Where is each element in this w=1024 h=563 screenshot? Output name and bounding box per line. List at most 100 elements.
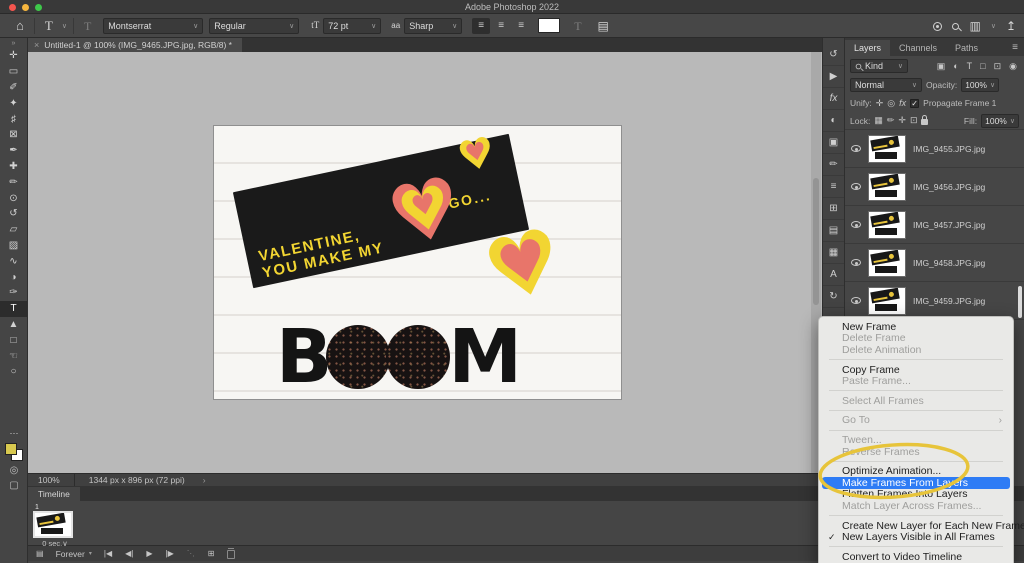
layer-thumbnail[interactable] <box>868 249 906 277</box>
dodge-tool[interactable]: ◑ <box>0 269 27 285</box>
new-frame-button[interactable]: ⊞ <box>208 549 215 558</box>
layer-thumbnail[interactable] <box>868 287 906 315</box>
character-panel-icon[interactable]: A <box>823 264 844 286</box>
tab-timeline[interactable]: Timeline <box>28 487 80 501</box>
layer-styles-panel-icon[interactable]: fx <box>823 88 844 110</box>
filter-shape-layers-icon[interactable]: □ <box>978 61 987 72</box>
crop-tool[interactable]: ♯ <box>0 111 27 127</box>
edit-toolbar-icon[interactable]: ⋯ <box>10 428 19 439</box>
frame-thumbnail[interactable] <box>33 511 73 538</box>
unify-visibility-icon[interactable]: ◎ <box>887 98 895 109</box>
gradient-tool[interactable]: ▨ <box>0 238 27 254</box>
layer-row[interactable]: IMG_9457.JPG.jpg <box>845 206 1024 244</box>
animation-frame[interactable]: 1 0 sec.∨ <box>33 504 77 548</box>
brush-settings-panel-icon[interactable]: ✏ <box>823 154 844 176</box>
filter-adjustment-layers-icon[interactable]: ◐ <box>951 61 960 72</box>
visibility-eye-icon[interactable] <box>851 259 861 266</box>
gradients-panel-icon[interactable]: ▤ <box>823 220 844 242</box>
libraries-panel-icon[interactable]: ▣ <box>823 132 844 154</box>
previous-frame-button[interactable]: ◀| <box>125 549 133 558</box>
menu-item-new-frame[interactable]: New Frame <box>822 321 1010 333</box>
share-icon[interactable]: ↥ <box>1006 20 1016 32</box>
layer-thumbnail[interactable] <box>868 173 906 201</box>
blend-mode-select[interactable]: Normal ∨ <box>850 78 922 92</box>
screen-mode-icon[interactable]: ▢ <box>9 480 18 491</box>
path-select-tool[interactable]: ▲ <box>0 317 27 333</box>
opacity-field[interactable]: 100% ∨ <box>961 78 999 92</box>
lock-transparency-icon[interactable]: ▦ <box>874 115 883 126</box>
lock-position-icon[interactable]: ✛ <box>898 115 906 126</box>
fill-field[interactable]: 100% ∨ <box>981 114 1019 128</box>
font-style-select[interactable]: Regular ∨ <box>209 18 299 34</box>
layer-row[interactable]: IMG_9458.JPG.jpg <box>845 244 1024 282</box>
lock-all-icon[interactable] <box>921 119 928 125</box>
panel-menu-icon[interactable]: ≡ <box>1006 42 1024 56</box>
layer-thumbnail[interactable] <box>868 135 906 163</box>
tween-button[interactable]: ⋱ <box>187 549 195 558</box>
clone-stamp-tool[interactable]: ⊙ <box>0 190 27 206</box>
chevron-down-icon[interactable]: ∨ <box>62 22 67 30</box>
healing-brush-tool[interactable]: ✚ <box>0 159 27 175</box>
next-frame-button[interactable]: |▶ <box>166 549 174 558</box>
search-icon[interactable] <box>952 23 959 30</box>
filter-pixel-layers-icon[interactable]: ▣ <box>935 61 948 72</box>
shape-tool[interactable]: □ <box>0 332 27 348</box>
visibility-eye-icon[interactable] <box>851 221 861 228</box>
loop-select[interactable]: Forever ▾ <box>56 549 92 559</box>
anti-alias-select[interactable]: Sharp ∨ <box>404 18 462 34</box>
layer-row[interactable]: IMG_9455.JPG.jpg <box>845 130 1024 168</box>
move-tool[interactable]: ✛ <box>0 48 27 64</box>
eraser-tool[interactable]: ▱ <box>0 222 27 238</box>
account-icon[interactable] <box>933 22 942 31</box>
type-tool-icon[interactable]: T <box>41 19 57 32</box>
patterns-panel-icon[interactable]: ▦ <box>823 242 844 264</box>
toggle-panels-icon[interactable]: ▤ <box>594 20 613 32</box>
visibility-eye-icon[interactable] <box>851 145 861 152</box>
foreground-color-swatch[interactable] <box>5 443 17 455</box>
layer-row[interactable]: IMG_9456.JPG.jpg <box>845 168 1024 206</box>
hand-tool[interactable]: ☜ <box>0 348 27 364</box>
unify-position-icon[interactable]: ✛ <box>876 98 884 109</box>
menu-item-convert-to-video-timeline[interactable]: Convert to Video Timeline <box>822 551 1010 563</box>
brush-tool[interactable]: ✏ <box>0 174 27 190</box>
unify-style-icon[interactable]: fx <box>899 98 906 109</box>
tab-paths[interactable]: Paths <box>946 40 987 56</box>
visibility-eye-icon[interactable] <box>851 297 861 304</box>
quick-mask-icon[interactable]: ◎ <box>10 465 19 476</box>
history-panel-icon[interactable]: ↺ <box>823 44 844 66</box>
swatches-panel-icon[interactable]: ⊞ <box>823 198 844 220</box>
align-left-button[interactable]: ≡ <box>472 18 490 34</box>
pen-tool[interactable]: ✑ <box>0 285 27 301</box>
convert-to-video-timeline-icon[interactable]: ▤ <box>36 549 44 558</box>
font-size-select[interactable]: 72 pt ∨ <box>323 18 381 34</box>
lock-artboard-icon[interactable]: ⊡ <box>910 115 918 126</box>
frame-delay[interactable]: 0 sec.∨ <box>33 539 77 548</box>
menu-item-new-layers-visible-in-all-frames[interactable]: ✓New Layers Visible in All Frames <box>822 531 1010 543</box>
align-center-button[interactable]: ≡ <box>492 18 510 34</box>
zoom-tool[interactable]: ○ <box>0 364 27 380</box>
play-button[interactable]: ▶ <box>146 549 152 558</box>
menu-item-flatten-frames-into-layers[interactable]: Flatten Frames Into Layers <box>822 489 1010 501</box>
workspace-icon[interactable]: ▥ <box>969 20 980 32</box>
type-tool[interactable]: T <box>0 301 27 317</box>
layer-filter-select[interactable]: Kind ∨ <box>850 59 908 73</box>
home-icon[interactable]: ⌂ <box>12 19 28 32</box>
close-icon[interactable]: × <box>34 40 39 50</box>
frame-tool[interactable]: ⊠ <box>0 127 27 143</box>
zoom-level[interactable]: 100% <box>28 475 74 485</box>
document-tab[interactable]: × Untitled-1 @ 100% (IMG_9465.JPG.jpg, R… <box>28 38 242 52</box>
chevron-down-icon[interactable]: ∨ <box>991 22 996 30</box>
smudge-tool[interactable]: ∿ <box>0 253 27 269</box>
magic-wand-tool[interactable]: ✦ <box>0 95 27 111</box>
align-right-button[interactable]: ≡ <box>512 18 530 34</box>
font-family-select[interactable]: Montserrat ∨ <box>103 18 203 34</box>
layer-thumbnail[interactable] <box>868 211 906 239</box>
layer-row[interactable]: IMG_9459.JPG.jpg <box>845 282 1024 320</box>
menu-item-make-frames-from-layers[interactable]: Make Frames From Layers <box>822 477 1010 489</box>
properties-panel-icon[interactable]: ≡ <box>823 176 844 198</box>
filter-pin-icon[interactable]: ◉ <box>1007 61 1019 72</box>
status-chevron-icon[interactable]: › <box>203 475 206 485</box>
text-color-swatch[interactable] <box>538 18 560 33</box>
marquee-tool[interactable]: ▭ <box>0 64 27 80</box>
filter-smart-objects-icon[interactable]: ⊡ <box>992 61 1004 72</box>
